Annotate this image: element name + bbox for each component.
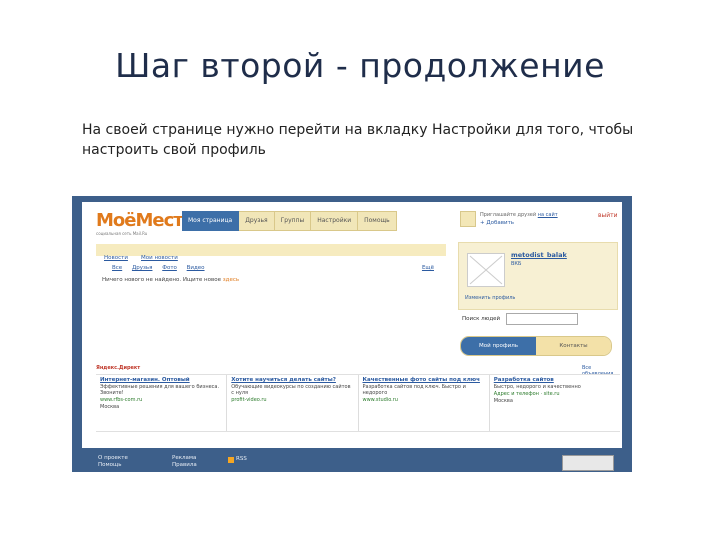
tab-contacts[interactable]: Контакты bbox=[536, 337, 611, 355]
tab-help[interactable]: Помощь bbox=[358, 211, 397, 231]
invite-icon bbox=[460, 211, 476, 227]
profile-status: ВКБ bbox=[511, 261, 522, 267]
add-link[interactable]: + Добавить bbox=[480, 220, 514, 226]
search-label: Поиск людей bbox=[462, 316, 501, 322]
tab-settings[interactable]: Настройки bbox=[311, 211, 359, 231]
profile-tabs: Мой профиль Контакты bbox=[460, 336, 612, 356]
ads-header: Яндекс.Директ bbox=[96, 365, 141, 371]
tab-my-page[interactable]: Моя страница bbox=[182, 211, 240, 231]
news-filters: Все Друзья Фото Видео Ещё bbox=[104, 262, 434, 272]
filter-more[interactable]: Ещё bbox=[422, 262, 434, 274]
news-bar: Новости Мои новости bbox=[96, 244, 446, 261]
tab-my-profile[interactable]: Мой профиль bbox=[461, 337, 536, 355]
invite-link[interactable]: на сайт bbox=[538, 212, 558, 218]
site-screenshot: МоёМесто социальная сеть Mail.Ru Моя стр… bbox=[72, 196, 632, 472]
counter-badge-icon bbox=[562, 455, 614, 471]
invite-text: Приглашайте друзей на сайт bbox=[480, 212, 558, 218]
user-panel: Приглашайте друзей на сайт + Добавить вы… bbox=[460, 210, 620, 232]
edit-profile-link[interactable]: Изменить профиль bbox=[465, 295, 515, 301]
footer-help[interactable]: Помощь bbox=[98, 462, 121, 469]
site-logo[interactable]: МоёМесто bbox=[96, 210, 195, 231]
ads-block: Интернет-магазин. Оптовый Эффективные ре… bbox=[96, 374, 620, 432]
profile-name[interactable]: metodist_balak bbox=[511, 251, 567, 259]
footer-about[interactable]: О проекте bbox=[98, 455, 128, 462]
notice-link[interactable]: здесь bbox=[223, 277, 239, 283]
main-nav: Моя страница Друзья Группы Настройки Пом… bbox=[182, 211, 397, 231]
profile-card: metodist_balak ВКБ Изменить профиль bbox=[458, 242, 618, 310]
logout-link[interactable]: выйти bbox=[598, 212, 618, 219]
footer-ads[interactable]: Реклама bbox=[172, 455, 196, 462]
ad-item[interactable]: Интернет-магазин. Оптовый Эффективные ре… bbox=[96, 375, 228, 431]
footer-rules[interactable]: Правила bbox=[172, 462, 197, 469]
ad-item[interactable]: Хотите научиться делать сайты? Обучающие… bbox=[227, 375, 359, 431]
ad-item[interactable]: Разработка сайтов Быстро, недорого и кач… bbox=[490, 375, 620, 431]
rss-icon[interactable] bbox=[228, 457, 234, 463]
slide-instruction: На своей странице нужно перейти на вклад… bbox=[82, 122, 634, 158]
ad-item[interactable]: Качественные фото сайты под ключ Разрабо… bbox=[359, 375, 490, 431]
avatar-placeholder-icon[interactable] bbox=[467, 253, 505, 287]
site-footer: О проекте Помощь Реклама Правила RSS bbox=[72, 452, 632, 472]
filter-friends[interactable]: Друзья bbox=[132, 265, 153, 271]
my-news-link[interactable]: Мои новости bbox=[141, 255, 178, 261]
footer-rss[interactable]: RSS bbox=[236, 456, 247, 463]
site-content: МоёМесто социальная сеть Mail.Ru Моя стр… bbox=[82, 202, 622, 448]
tab-friends[interactable]: Друзья bbox=[239, 211, 275, 231]
filter-video[interactable]: Видео bbox=[187, 265, 205, 271]
news-link[interactable]: Новости bbox=[104, 255, 128, 261]
filter-all[interactable]: Все bbox=[112, 265, 122, 271]
filter-photo[interactable]: Фото bbox=[162, 265, 177, 271]
tab-groups[interactable]: Группы bbox=[274, 211, 312, 231]
people-search-input[interactable] bbox=[506, 313, 578, 325]
slide-title: Шаг второй - продолжение bbox=[115, 46, 605, 85]
news-empty-notice: Ничего нового не найдено. Ищите новое зд… bbox=[102, 277, 240, 283]
logo-subtitle: социальная сеть Mail.Ru bbox=[96, 231, 148, 236]
